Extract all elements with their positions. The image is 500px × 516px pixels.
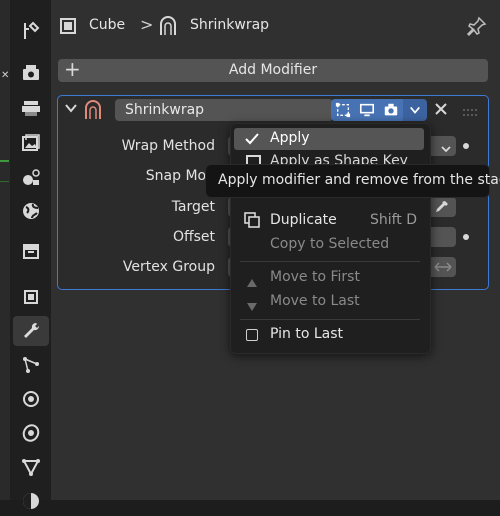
render-toggle[interactable] (379, 99, 403, 121)
eyedropper-icon (436, 201, 448, 212)
chevron-down-icon (440, 140, 452, 153)
viewport-toggle[interactable] (355, 99, 379, 121)
pin-icon[interactable] (466, 15, 488, 37)
particles-icon (23, 357, 39, 373)
viewport-axis-line (0, 160, 9, 162)
wrap-method-label: Wrap Method (121, 138, 215, 154)
viewport-gizmo-x: ✕ (1, 70, 10, 81)
viewport-axis-line (0, 181, 9, 182)
object-square-icon (58, 16, 78, 36)
keyframe-dot-icon[interactable] (463, 143, 469, 149)
physics-orbit-icon (23, 391, 39, 407)
physics-tab[interactable] (15, 384, 47, 414)
modifiers-tab[interactable] (13, 316, 49, 346)
extras-dropdown-toggle[interactable] (403, 99, 427, 121)
menu-item-move-to-last: Move to Last (270, 293, 360, 309)
camera-icon (384, 103, 398, 116)
breadcrumb-chevron-icon: > (140, 15, 154, 34)
checkbox-icon[interactable] (246, 329, 258, 341)
menu-separator (240, 261, 420, 262)
menu-separator (240, 319, 420, 320)
monitor-icon (359, 103, 375, 117)
shrinkwrap-icon (158, 15, 178, 37)
collection-tab[interactable] (15, 236, 47, 266)
menu-item-apply-shape-key-label[interactable]: Apply as Shape Key (270, 153, 408, 164)
mesh-data-icon (22, 459, 40, 477)
world-tab[interactable] (15, 196, 47, 226)
particles-tab[interactable] (15, 350, 47, 380)
add-modifier-label: Add Modifier (228, 62, 318, 78)
render-camera-icon (23, 65, 39, 80)
output-tab[interactable] (15, 93, 47, 123)
world-globe-icon (23, 203, 39, 219)
modifier-name-text: Shrinkwrap (125, 102, 205, 118)
menu-item-pin-to-last[interactable]: Pin to Last (270, 326, 343, 342)
triangle-down-icon (246, 297, 258, 311)
tool-icon (24, 21, 40, 39)
keyframe-dot-icon[interactable] (463, 234, 469, 240)
menu-item-apply-label: Apply (270, 130, 310, 146)
collapse-chevron-icon[interactable] (64, 101, 78, 119)
check-icon (244, 131, 260, 147)
close-icon[interactable] (433, 101, 449, 117)
material-sphere-icon (23, 493, 39, 509)
duplicate-shortcut: Shift D (369, 212, 417, 228)
data-tab[interactable] (15, 452, 47, 482)
chevron-down-icon (410, 106, 420, 114)
material-tab[interactable] (15, 486, 47, 516)
image-icon (22, 134, 40, 151)
shrinkwrap-modifier-icon (83, 99, 103, 121)
render-tab[interactable] (15, 58, 47, 88)
breadcrumb-object[interactable]: Cube (89, 17, 125, 33)
constraint-icon (22, 424, 40, 442)
menu-item-duplicate[interactable]: Duplicate (270, 212, 337, 228)
menu-item-apply[interactable] (234, 128, 424, 150)
breadcrumb-modifier[interactable]: Shrinkwrap (190, 17, 269, 33)
target-label: Target (171, 199, 215, 215)
scene-icon (23, 169, 40, 185)
invert-arrows-icon[interactable] (432, 259, 454, 275)
eyedropper-button[interactable] (430, 198, 454, 216)
menu-item-copy-to-selected: Copy to Selected (270, 236, 390, 252)
edit-mode-toggle[interactable] (331, 99, 355, 121)
printer-icon (22, 101, 40, 116)
duplicate-icon (243, 211, 261, 229)
wrench-icon (24, 322, 40, 338)
menu-item-move-to-first: Move to First (270, 269, 360, 285)
tool-settings-tab[interactable] (15, 16, 47, 46)
offset-label: Offset (172, 229, 215, 245)
vertex-group-label: Vertex Group (122, 259, 215, 275)
tooltip-text: Apply modifier and remove from the stack… (218, 172, 500, 188)
object-square-icon (24, 290, 38, 304)
edit-mode-icon (335, 102, 351, 118)
scene-tab[interactable] (15, 162, 47, 192)
drag-handle-icon[interactable] (462, 104, 480, 116)
object-tab[interactable] (15, 282, 47, 312)
view-layer-tab[interactable] (15, 128, 47, 158)
constraints-tab[interactable] (15, 418, 47, 448)
collection-box-icon (23, 244, 39, 259)
triangle-up-icon (246, 273, 258, 287)
